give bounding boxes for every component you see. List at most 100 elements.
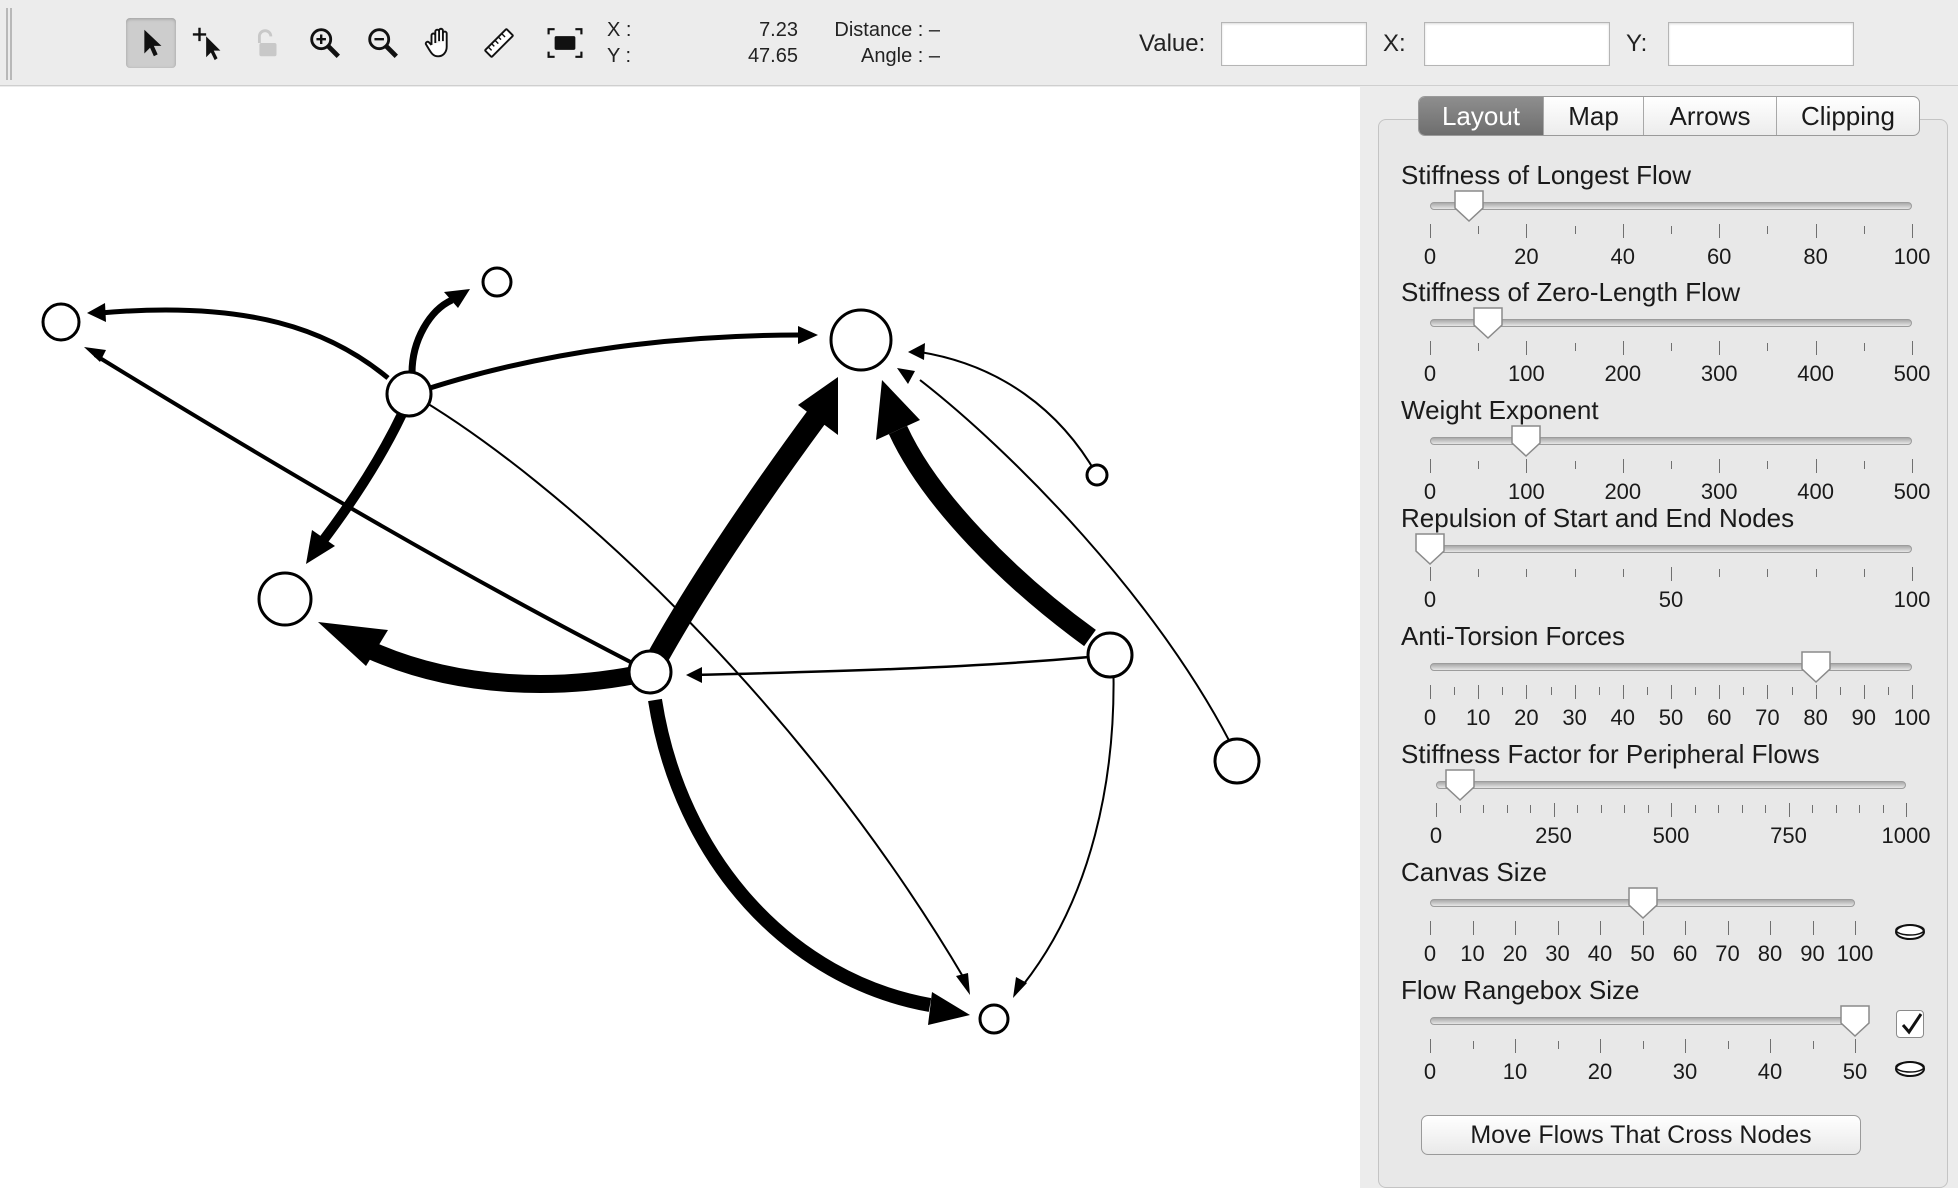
slider-tick-label: 20 (1514, 244, 1539, 269)
flow-line[interactable] (99, 307, 390, 380)
flow-line[interactable] (429, 332, 801, 391)
flow-arrowhead (928, 992, 970, 1025)
flow-node[interactable] (978, 1003, 1010, 1035)
slider-major-tick (1526, 459, 1528, 473)
slider-thumb[interactable] (1470, 305, 1506, 341)
flow-map-drawing[interactable] (0, 87, 1360, 1188)
toolbar: X : Y : 7.23 47.65 Distance : – Angle : … (0, 0, 1958, 86)
measure-tool-button[interactable] (474, 18, 524, 68)
slider-tick (1887, 687, 1889, 695)
slider-track[interactable] (1430, 437, 1912, 445)
zoom-out-tool-button[interactable] (358, 18, 408, 68)
flow-node[interactable] (1085, 463, 1109, 487)
slider-thumb[interactable] (1412, 531, 1448, 567)
zoom-to-fit-tool-button[interactable] (540, 18, 590, 68)
zoom-in-tool-button[interactable] (300, 18, 350, 68)
slider-tick-label: 750 (1770, 823, 1807, 848)
slider-track[interactable] (1430, 545, 1912, 553)
flow-node[interactable] (1213, 737, 1261, 785)
slider-tick-label: 100 (1893, 587, 1931, 612)
flow-line[interactable] (689, 653, 1111, 677)
add-node-tool-button[interactable] (184, 18, 234, 68)
slider-track[interactable] (1430, 1017, 1855, 1025)
flow-node[interactable] (481, 266, 513, 298)
slider-tick-label: 10 (1460, 941, 1485, 966)
flow-node[interactable] (829, 308, 893, 372)
flow-line[interactable] (919, 379, 1238, 757)
flow-line[interactable] (1022, 654, 1115, 986)
slider-track[interactable] (1430, 663, 1912, 671)
slider-thumb[interactable] (1508, 423, 1544, 459)
slider-tick (1812, 805, 1813, 813)
flow-node[interactable] (257, 571, 313, 627)
slider-major-tick (1685, 1039, 1686, 1053)
y-coord-value: 47.65 (747, 45, 798, 67)
tab-layout[interactable]: Layout (1419, 97, 1543, 135)
y-field-input[interactable] (1668, 22, 1854, 66)
flow-line[interactable] (93, 353, 651, 674)
slider-tick (1622, 569, 1624, 577)
slider-tick-label: 0 (1429, 823, 1443, 848)
slider-tick (1557, 1041, 1559, 1049)
slider-tick-label: 90 (1800, 941, 1825, 966)
slider-tick (1459, 805, 1461, 813)
slider-tick (1863, 569, 1865, 577)
flow-line[interactable] (644, 408, 827, 670)
slider-tick-label: 400 (1797, 479, 1834, 504)
slider-tick (1859, 805, 1860, 813)
flow-rangebox-icon[interactable] (1893, 1057, 1927, 1081)
toolbar-grip[interactable] (6, 8, 12, 80)
x-field-input[interactable] (1424, 22, 1610, 66)
slider-tick-label: 0 (1423, 941, 1437, 966)
slider-tick (1483, 805, 1484, 813)
slider-title: Anti-Torsion Forces (1401, 621, 1625, 651)
slider-major-tick (1719, 341, 1721, 355)
flow-line[interactable] (318, 411, 407, 546)
y-field-label: Y: (1626, 30, 1648, 57)
move-flows-button[interactable]: Move Flows That Cross Nodes (1421, 1115, 1861, 1155)
slider-track[interactable] (1430, 202, 1912, 210)
slider-thumb[interactable] (1625, 885, 1661, 921)
slider-major-tick (1812, 921, 1814, 935)
flow-line[interactable] (888, 425, 1096, 647)
slider-major-tick (1515, 1039, 1516, 1053)
slider-tick-label: 100 (1836, 941, 1874, 966)
flow-node[interactable] (385, 370, 433, 418)
slider-thumb[interactable] (1837, 1003, 1873, 1039)
flow-line[interactable] (366, 641, 642, 693)
lock-tool-button[interactable] (242, 18, 292, 68)
flow-line[interactable] (648, 698, 932, 1012)
slider-tick (1647, 805, 1649, 813)
tab-map[interactable]: Map (1543, 97, 1643, 135)
pan-tool-button[interactable] (416, 18, 466, 68)
canvas-size-rangebox-icon[interactable] (1893, 920, 1927, 944)
slider-tick-label: 90 (1851, 705, 1877, 730)
x-coord-label: X : (607, 19, 632, 41)
slider-tick-label: 50 (1842, 1059, 1868, 1084)
slider-thumb[interactable] (1442, 767, 1478, 803)
flow-node[interactable] (41, 302, 81, 342)
slider-tick (1478, 569, 1480, 577)
slider-major-tick (1430, 685, 1431, 699)
slider-tick-label: 40 (1610, 244, 1636, 269)
flow-line[interactable] (408, 296, 454, 374)
tab-arrows[interactable]: Arrows (1643, 97, 1776, 135)
slider-thumb[interactable] (1451, 188, 1487, 224)
slider-tick (1882, 805, 1884, 813)
rangebox-checkbox[interactable] (1896, 1010, 1924, 1038)
slider-tick-label: 500 (1893, 479, 1931, 504)
tab-clipping[interactable]: Clipping (1776, 97, 1919, 135)
flow-map-canvas[interactable] (0, 87, 1360, 1188)
slider-major-tick (1553, 803, 1555, 817)
value-input[interactable] (1221, 22, 1367, 66)
flow-node[interactable] (1086, 631, 1134, 679)
slider-thumb[interactable] (1798, 649, 1834, 685)
slider-tick (1791, 687, 1793, 695)
flow-node[interactable] (627, 649, 673, 695)
select-tool-button[interactable] (126, 18, 176, 68)
slider-tick-label: 0 (1423, 587, 1437, 612)
slider-track[interactable] (1436, 781, 1906, 789)
slider-major-tick (1770, 1039, 1771, 1053)
slider-tick-label: 80 (1803, 705, 1828, 730)
zoom-to-fit-icon (547, 28, 583, 58)
